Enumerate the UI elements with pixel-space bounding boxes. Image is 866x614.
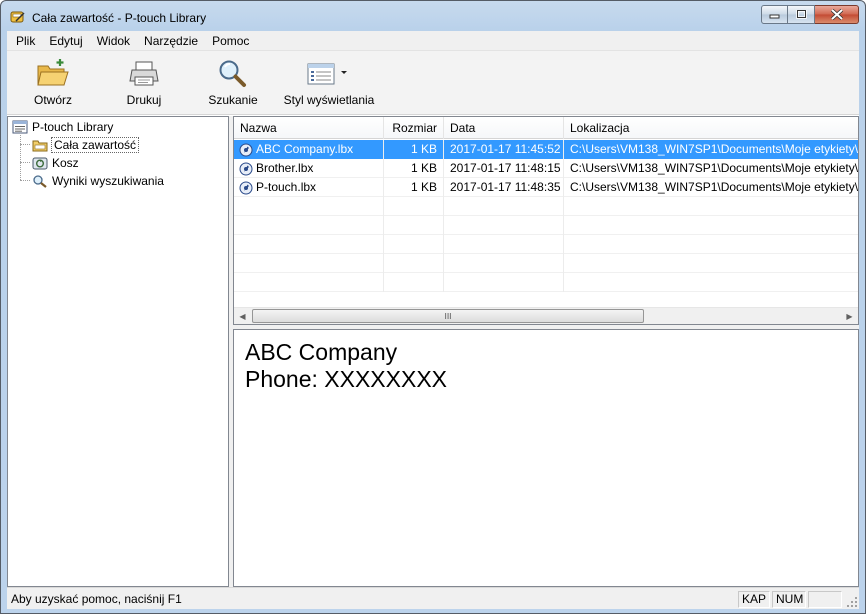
- cell-size: 1 KB: [384, 178, 444, 197]
- cell-location: C:\Users\VM138_WIN7SP1\Documents\Moje et…: [564, 140, 858, 159]
- table-row[interactable]: ABC Company.lbx 1 KB 2017-01-17 11:45:52…: [234, 140, 858, 159]
- menu-tools[interactable]: Narzędzie: [137, 31, 205, 51]
- tree-item-label: Kosz: [52, 156, 79, 170]
- trash-icon: [32, 155, 48, 171]
- folder-icon: [32, 137, 48, 153]
- preview-line: ABC Company: [245, 339, 398, 365]
- column-header-size[interactable]: Rozmiar: [384, 117, 444, 139]
- scroll-left-arrow-icon[interactable]: ◀: [234, 308, 251, 324]
- application-window: Cała zawartość - P-touch Library Plik Ed…: [0, 0, 866, 614]
- status-bar: Aby uzyskać pomoc, naciśnij F1 KAP NUM: [7, 587, 859, 609]
- column-header-location[interactable]: Lokalizacja: [564, 117, 858, 139]
- minimize-icon: [769, 14, 780, 19]
- cell-location: C:\Users\VM138_WIN7SP1\Documents\Moje et…: [564, 178, 858, 197]
- library-tree[interactable]: P-touch Library Cała zawartość Kosz Wyni…: [7, 116, 229, 587]
- tree-item-label: Wyniki wyszukiwania: [52, 174, 164, 188]
- cell-date: 2017-01-17 11:48:35: [444, 178, 564, 197]
- ptouch-library-icon[interactable]: [10, 9, 26, 25]
- empty-row: [234, 235, 858, 254]
- maximize-icon: [795, 10, 807, 19]
- view-style-button[interactable]: Styl wyświetlania: [283, 55, 375, 111]
- tree-item-all-contents[interactable]: Cała zawartość: [32, 136, 140, 154]
- empty-row: [234, 273, 858, 292]
- empty-row: [234, 197, 858, 216]
- preview-line: Phone: XXXXXXXX: [245, 366, 448, 392]
- tree-item-trash[interactable]: Kosz: [32, 154, 79, 172]
- file-name: ABC Company.lbx: [256, 142, 354, 156]
- status-text: Aby uzyskać pomoc, naciśnij F1: [11, 592, 182, 606]
- caps-lock-indicator: KAP: [738, 591, 770, 608]
- open-folder-icon: [35, 55, 71, 91]
- empty-row: [234, 254, 858, 273]
- title-bar[interactable]: Cała zawartość - P-touch Library: [1, 1, 865, 31]
- client-area: Plik Edytuj Widok Narzędzie Pomoc Otwórz: [7, 31, 859, 609]
- tree-connector: [20, 135, 21, 180]
- view-style-icon: [304, 55, 354, 91]
- open-label: Otwórz: [33, 93, 72, 107]
- menu-view[interactable]: Widok: [90, 31, 137, 51]
- tree-item-label: Cała zawartość: [50, 137, 140, 153]
- tree-root-label: P-touch Library: [32, 120, 114, 134]
- scroll-right-arrow-icon[interactable]: ▶: [841, 308, 858, 324]
- list-header: Nazwa Rozmiar Data Lokalizacja: [234, 117, 858, 139]
- search-button[interactable]: Szukanie: [206, 55, 260, 111]
- minimize-button[interactable]: [761, 5, 788, 24]
- caption-buttons: [761, 5, 859, 25]
- list-rows: ABC Company.lbx 1 KB 2017-01-17 11:45:52…: [234, 140, 858, 292]
- search-label: Szukanie: [208, 93, 258, 107]
- scroll-thumb[interactable]: III: [252, 309, 644, 323]
- lbx-file-icon: [239, 143, 253, 156]
- empty-row: [234, 216, 858, 235]
- view-style-label: Styl wyświetlania: [283, 93, 375, 107]
- open-button[interactable]: Otwórz: [27, 55, 79, 111]
- library-icon: [12, 119, 28, 135]
- file-list[interactable]: Nazwa Rozmiar Data Lokalizacja ABC Compa…: [233, 116, 859, 325]
- tree-connector: [20, 162, 30, 163]
- menu-help[interactable]: Pomoc: [205, 31, 256, 51]
- column-header-name[interactable]: Nazwa: [234, 117, 384, 139]
- menu-edit[interactable]: Edytuj: [42, 31, 89, 51]
- cell-name: P-touch.lbx: [234, 178, 384, 197]
- table-row[interactable]: P-touch.lbx 1 KB 2017-01-17 11:48:35 C:\…: [234, 178, 858, 197]
- window-title: Cała zawartość - P-touch Library: [32, 11, 207, 25]
- label-preview: ABC Company Phone: XXXXXXXX: [233, 329, 859, 587]
- menu-bar: Plik Edytuj Widok Narzędzie Pomoc: [7, 31, 859, 51]
- file-name: P-touch.lbx: [256, 180, 317, 194]
- table-row[interactable]: Brother.lbx 1 KB 2017-01-17 11:48:15 C:\…: [234, 159, 858, 178]
- cell-name: ABC Company.lbx: [234, 140, 384, 159]
- print-button[interactable]: Drukuj: [118, 55, 170, 111]
- resize-grip-icon[interactable]: [846, 596, 858, 608]
- menu-file[interactable]: Plik: [7, 31, 42, 51]
- cell-size: 1 KB: [384, 140, 444, 159]
- close-button[interactable]: [815, 5, 859, 24]
- horizontal-scrollbar[interactable]: ◀ III ▶: [234, 307, 858, 324]
- print-label: Drukuj: [126, 93, 162, 107]
- cell-size: 1 KB: [384, 159, 444, 178]
- maximize-button[interactable]: [788, 5, 815, 24]
- lbx-file-icon: [239, 181, 253, 194]
- column-header-date[interactable]: Data: [444, 117, 564, 139]
- cell-date: 2017-01-17 11:45:52: [444, 140, 564, 159]
- tree-connector: [20, 180, 30, 181]
- cell-location: C:\Users\VM138_WIN7SP1\Documents\Moje et…: [564, 159, 858, 178]
- scroll-thumb-grip: III: [444, 311, 452, 321]
- cell-name: Brother.lbx: [234, 159, 384, 178]
- cell-date: 2017-01-17 11:48:15: [444, 159, 564, 178]
- tree-root-ptouch-library[interactable]: P-touch Library: [12, 118, 113, 136]
- magnifier-icon: [215, 55, 251, 91]
- lbx-file-icon: [239, 162, 253, 175]
- scroll-lock-indicator: [808, 591, 842, 608]
- tree-connector: [20, 144, 30, 145]
- file-name: Brother.lbx: [256, 161, 314, 175]
- toolbar: Otwórz Drukuj Szukanie Styl wyświetlania: [7, 51, 859, 115]
- close-icon: [830, 9, 843, 20]
- num-lock-indicator: NUM: [772, 591, 806, 608]
- magnifier-icon: [32, 173, 48, 189]
- tree-item-search-results[interactable]: Wyniki wyszukiwania: [32, 172, 164, 190]
- printer-icon: [126, 55, 162, 91]
